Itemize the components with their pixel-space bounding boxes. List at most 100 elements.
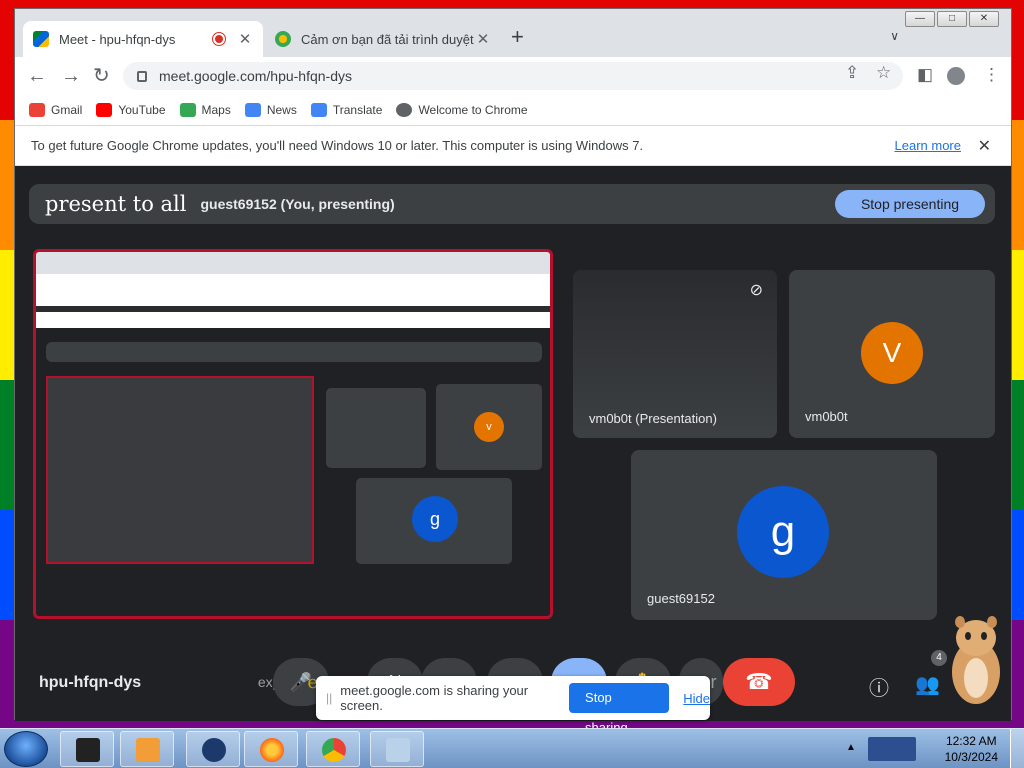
taskbar-app-1[interactable] (60, 731, 114, 767)
stop-presenting-button[interactable]: Stop presenting (835, 190, 985, 218)
tab-chrome-thanks-title: Cảm ơn bạn đã tải trình duyệt C (301, 31, 475, 47)
tool-icon (386, 738, 410, 762)
bookmark-label: News (266, 103, 297, 117)
new-tab-button[interactable]: + (511, 25, 524, 49)
bookmark-gmail[interactable]: Gmail (29, 103, 82, 117)
hamster-sticker (952, 616, 1000, 704)
media-player-icon (136, 738, 160, 762)
url-text: meet.google.com/hpu-hfqn-dys (159, 68, 352, 84)
back-arrow-icon[interactable]: ← (27, 64, 47, 88)
meeting-code: hpu-hfqn-dys (39, 674, 142, 691)
drag-handle-icon[interactable]: || (326, 691, 332, 705)
infobar-close-button[interactable]: ✕ (978, 136, 991, 156)
info-icon[interactable]: ⓘ (869, 672, 889, 701)
address-bar[interactable]: meet.google.com/hpu-hfqn-dys (123, 62, 903, 90)
tile-name-guest: guest69152 (647, 591, 715, 606)
window-controls: — □ ✕ (905, 11, 999, 27)
presentation-tile[interactable]: v g (33, 249, 553, 619)
mini-avatar-g: g (412, 496, 458, 542)
meet-icon (33, 31, 49, 47)
forward-arrow-icon[interactable]: → (61, 64, 81, 88)
people-icon[interactable]: 👥 (915, 672, 940, 697)
news-icon (244, 103, 261, 117)
update-infobar: To get future Google Chrome updates, you… (15, 125, 1011, 165)
bookmark-label: Welcome to Chrome (418, 103, 528, 117)
clock-date: 10/3/2024 (944, 750, 998, 764)
participant-tile-guest[interactable]: g guest69152 (631, 450, 937, 620)
present-to-all-label: present to all (45, 192, 187, 216)
start-button[interactable] (4, 731, 48, 767)
tray-icons[interactable] (868, 737, 916, 761)
bookmark-news[interactable]: News (244, 103, 297, 117)
globe-icon (202, 738, 226, 762)
bookmark-maps[interactable]: Maps (179, 103, 231, 117)
menu-kebab-icon[interactable]: ⋮ (983, 65, 1000, 85)
close-tab-icon[interactable]: ✕ (237, 30, 253, 48)
bookmark-youtube[interactable]: YouTube (96, 103, 166, 117)
stop-sharing-button[interactable]: Stop sharing (569, 683, 670, 735)
monitor-icon (76, 738, 100, 762)
chrome-icon (322, 738, 346, 762)
close-window-button[interactable]: ✕ (969, 11, 999, 27)
tab-meet[interactable]: Meet - hpu-hfqn-dys ✕ (23, 21, 263, 57)
tray-expand-icon[interactable]: ▲ (846, 742, 856, 753)
clock-time: 12:32 AM (945, 734, 997, 748)
bookmark-star-icon[interactable]: ☆ (876, 63, 891, 83)
maps-icon (179, 103, 196, 117)
taskbar-chrome[interactable] (306, 731, 360, 767)
taskbar-app-6[interactable] (370, 731, 424, 767)
taskbar-app-3[interactable] (186, 731, 240, 767)
participant-tile-presentation[interactable]: vm0b0t (Presentation) ⊘ (573, 270, 777, 438)
mini-infobar (36, 312, 550, 328)
mini-avatar-v: v (474, 412, 504, 442)
tile-name-vm0b0t: vm0b0t (805, 409, 848, 424)
presenter-name: guest69152 (You, presenting) (200, 196, 395, 212)
mini-present-bar (46, 342, 542, 362)
taskbar-app-media[interactable] (120, 731, 174, 767)
tab-chrome-thanks[interactable]: Cảm ơn bạn đã tải trình duyệt C ✕ (265, 21, 501, 57)
reload-icon[interactable]: ↻ (93, 64, 110, 88)
mini-presentation (46, 376, 314, 564)
minimize-button[interactable]: — (905, 11, 935, 27)
gmail-icon (29, 103, 45, 117)
bookmark-translate[interactable]: Translate (310, 103, 383, 117)
bookmark-label: Gmail (51, 103, 83, 117)
mini-tile (326, 388, 426, 468)
browser-toolbar: ← → ↻ meet.google.com/hpu-hfqn-dys ⇪ ☆ ◧… (15, 57, 1011, 95)
share-icon[interactable]: ⇪ (845, 63, 859, 83)
profile-avatar-icon[interactable] (947, 67, 965, 85)
show-desktop-button[interactable] (1010, 729, 1024, 768)
close-tab-icon[interactable]: ✕ (475, 30, 491, 48)
muted-icon: ⊘ (749, 282, 763, 299)
tab-search-button[interactable]: ∨ (890, 29, 899, 43)
tab-strip: Meet - hpu-hfqn-dys ✕ Cảm ơn bạn đã tải … (15, 9, 1011, 57)
side-panel-icon[interactable]: ◧ (917, 65, 933, 85)
presented-screen-thumbnail: v g (36, 252, 550, 616)
mini-address-bar (36, 274, 550, 306)
bookmark-label: YouTube (118, 103, 166, 117)
maximize-button[interactable]: □ (937, 11, 967, 27)
mini-meet-stage: v g (36, 328, 550, 616)
youtube-icon (96, 103, 113, 117)
screen-share-bar: || meet.google.com is sharing your scree… (316, 676, 710, 735)
bookmark-label: Maps (201, 103, 231, 117)
bookmarks-bar: Gmail YouTube Maps News Translate Welcom… (15, 95, 1011, 125)
bookmark-label: Translate (332, 103, 383, 117)
windows-taskbar: ▲ 12:32 AM 10/3/2024 (0, 728, 1024, 768)
chrome-icon (396, 103, 413, 117)
tab-meet-title: Meet - hpu-hfqn-dys (59, 31, 176, 47)
hide-share-bar-link[interactable]: Hide (683, 691, 710, 706)
translate-icon (310, 103, 327, 117)
end-call-button[interactable]: ☎ (723, 658, 795, 706)
learn-more-link[interactable]: Learn more (895, 138, 961, 153)
taskbar-clock[interactable]: 12:32 AM 10/3/2024 (945, 733, 998, 765)
taskbar-firefox[interactable] (244, 731, 298, 767)
meet-stage: present to all guest69152 (You, presenti… (15, 166, 1011, 721)
participant-tile-vm0b0t[interactable]: V vm0b0t (789, 270, 995, 438)
tile-name-presentation: vm0b0t (Presentation) (589, 411, 717, 426)
presenting-banner: present to all guest69152 (You, presenti… (29, 184, 995, 224)
firefox-icon (260, 738, 284, 762)
lock-icon (137, 70, 147, 82)
infobar-message: To get future Google Chrome updates, you… (31, 138, 644, 153)
bookmark-welcome[interactable]: Welcome to Chrome (396, 103, 528, 117)
